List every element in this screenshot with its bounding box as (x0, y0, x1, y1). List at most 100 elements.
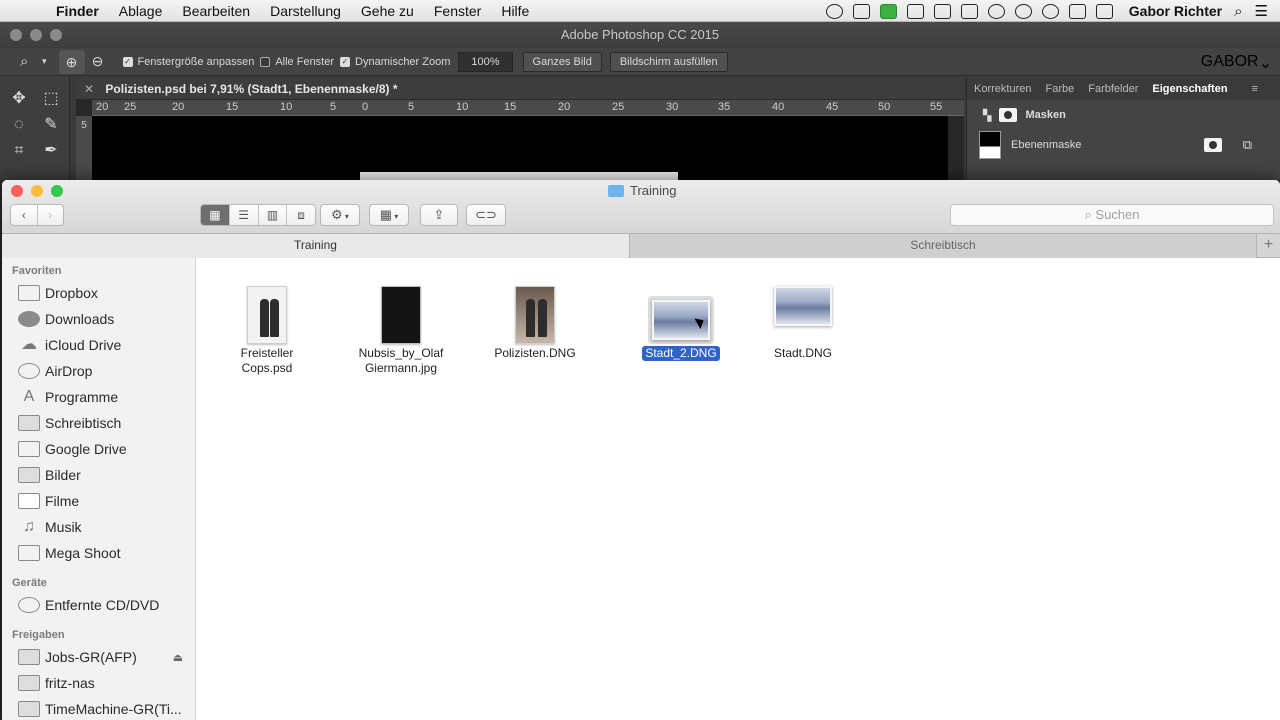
lasso-tool-icon[interactable]: ◌ (8, 114, 30, 136)
masks-label: Masken (1025, 109, 1066, 121)
sidebar-item-bilder[interactable]: Bilder (2, 462, 195, 488)
marquee-tool-icon[interactable]: ⬚ (40, 88, 62, 110)
dynamic-zoom-label: Dynamischer Zoom (355, 55, 451, 68)
move-tool-icon[interactable]: ✥ (8, 88, 30, 110)
tab-farbfelder[interactable]: Farbfelder (1088, 83, 1138, 95)
coverflow-view-button[interactable]: ⧈ (287, 205, 315, 225)
tab-training[interactable]: Training (2, 234, 630, 258)
file-item-stadt-2[interactable]: Stadt_2.DNG (621, 266, 741, 361)
timemachine-icon[interactable] (987, 3, 1005, 19)
dynamic-zoom-checkbox[interactable]: ✓ (340, 56, 351, 67)
sidebar-item-downloads[interactable]: Downloads (2, 306, 195, 332)
new-tab-button[interactable]: + (1256, 234, 1280, 258)
zoom-out-icon[interactable]: ⊖ (85, 53, 111, 70)
menu-bearbeiten[interactable]: Bearbeiten (182, 3, 250, 19)
ps-zoom-button[interactable] (50, 29, 62, 41)
list-view-button[interactable]: ☰ (230, 205, 259, 225)
app-icon[interactable] (879, 3, 897, 19)
icon-view-button[interactable]: ▦ (201, 205, 230, 225)
file-thumbnail (381, 286, 421, 344)
sidebar-section-devices: Geräte (12, 577, 47, 589)
menu-hilfe[interactable]: Hilfe (501, 3, 529, 19)
file-item-polizisten[interactable]: Polizisten.DNG (475, 268, 595, 361)
zoom-in-icon[interactable]: ⊕ (58, 49, 85, 74)
workspace-select[interactable]: GABOR ⌄ (1201, 53, 1272, 73)
tab-eigenschaften[interactable]: Eigenschaften (1152, 83, 1227, 95)
eject-icon[interactable] (1068, 3, 1086, 19)
close-icon[interactable]: ✕ (84, 82, 94, 96)
sidebar-item-google-drive[interactable]: Google Drive (2, 436, 195, 462)
volume-icon[interactable] (1095, 3, 1113, 19)
battery-icon[interactable] (960, 3, 978, 19)
file-item-nubsis[interactable]: Nubsis_by_Olaf Giermann.jpg (341, 268, 461, 376)
ps-document-area: ✕ Polizisten.psd bei 7,91% (Stadt1, Eben… (76, 78, 964, 180)
pixel-mask-icon[interactable] (1204, 138, 1222, 152)
sidebar-item-musik[interactable]: ♫ Musik (2, 514, 195, 540)
bluetooth-icon[interactable] (1014, 3, 1032, 19)
eyedropper-tool-icon[interactable]: ✒ (40, 140, 62, 162)
sidebar-item-filme[interactable]: Filme (2, 488, 195, 514)
sidebar-item-jobs-gr[interactable]: Jobs-GR(AFP) ⏏ (2, 644, 195, 670)
zoom-value-field[interactable]: 100% (458, 51, 513, 72)
column-view-button[interactable]: ▥ (259, 205, 288, 225)
figure-shape (270, 299, 279, 337)
back-button[interactable]: ‹ (11, 205, 38, 225)
user-name[interactable]: Gabor Richter (1129, 3, 1222, 19)
minimize-button[interactable] (31, 185, 43, 197)
file-item-freisteller-cops[interactable]: Freisteller Cops.psd (207, 268, 327, 376)
menu-darstellung[interactable]: Darstellung (270, 3, 341, 19)
file-item-stadt[interactable]: Stadt.DNG (743, 268, 863, 361)
sidebar-item-timemachine[interactable]: TimeMachine-GR(Ti... (2, 696, 195, 720)
all-windows-label: Alle Fenster (275, 55, 335, 68)
sidebar-item-dropbox[interactable]: Dropbox (2, 280, 195, 306)
fill-screen-button[interactable]: Bildschirm ausfüllen (609, 51, 728, 72)
crop-tool-icon[interactable]: ⌗ (8, 140, 30, 162)
sidebar-section-favorites: Favoriten (12, 265, 62, 277)
chevron-down-icon[interactable]: ▾ (42, 56, 47, 67)
forward-button[interactable]: › (38, 205, 64, 225)
whole-image-button[interactable]: Ganzes Bild (522, 51, 602, 72)
search-placeholder: Suchen (1095, 207, 1140, 222)
sidebar-item-mega-shoot[interactable]: Mega Shoot (2, 540, 195, 566)
sidebar-item-programme[interactable]: A Programme (2, 384, 195, 410)
window-title-text: Training (630, 183, 677, 198)
ps-canvas[interactable] (92, 116, 948, 180)
action-button[interactable]: ⚙ ▾ (320, 204, 360, 226)
share-button[interactable]: ⇪ (420, 204, 458, 226)
sidebar-item-schreibtisch[interactable]: Schreibtisch (2, 410, 195, 436)
close-button[interactable] (11, 185, 23, 197)
menu-gehe-zu[interactable]: Gehe zu (361, 3, 414, 19)
zoom-tool-icon[interactable]: ⌕ (20, 53, 38, 70)
ps-document-tab[interactable]: ✕ Polizisten.psd bei 7,91% (Stadt1, Eben… (76, 78, 964, 100)
search-input[interactable]: ⌕ Suchen (950, 204, 1274, 226)
sidebar-item-airdrop[interactable]: AirDrop (2, 358, 195, 384)
sidebar-item-remote-disc[interactable]: Entfernte CD/DVD (2, 592, 195, 618)
menu-app-finder[interactable]: Finder (56, 3, 99, 19)
fit-window-checkbox[interactable]: ✓ (122, 56, 133, 67)
menu-fenster[interactable]: Fenster (434, 3, 481, 19)
eject-icon[interactable]: ⏏ (173, 651, 183, 664)
arrange-button[interactable]: ▦ ▾ (369, 204, 409, 226)
menu-ablage[interactable]: Ablage (119, 3, 163, 19)
record-icon[interactable] (825, 3, 843, 19)
panel-menu-icon[interactable]: ≡ (1252, 83, 1258, 95)
sidebar-item-fritz-nas[interactable]: fritz-nas (2, 670, 195, 696)
quick-select-tool-icon[interactable]: ✎ (40, 114, 62, 136)
ps-minimize-button[interactable] (30, 29, 42, 41)
tab-farbe[interactable]: Farbe (1045, 83, 1074, 95)
tab-korrekturen[interactable]: Korrekturen (974, 83, 1031, 95)
sync-icon[interactable] (906, 3, 924, 19)
vector-mask-icon[interactable]: ⧉ (1243, 137, 1252, 153)
all-windows-checkbox[interactable] (260, 56, 271, 67)
ps-close-button[interactable] (10, 29, 22, 41)
sidebar-item-icloud-drive[interactable]: ☁ iCloud Drive (2, 332, 195, 358)
notification-center-icon[interactable]: ☰ (1255, 2, 1268, 20)
tags-button[interactable]: ⊂⊃ (466, 204, 506, 226)
spotlight-icon[interactable]: ⌕ (1234, 3, 1242, 20)
zoom-button[interactable] (51, 185, 63, 197)
display-icon[interactable] (933, 3, 951, 19)
home-icon[interactable] (852, 3, 870, 19)
wifi-icon[interactable] (1041, 3, 1059, 19)
figure-shape (526, 299, 535, 337)
tab-schreibtisch[interactable]: Schreibtisch (630, 234, 1256, 258)
